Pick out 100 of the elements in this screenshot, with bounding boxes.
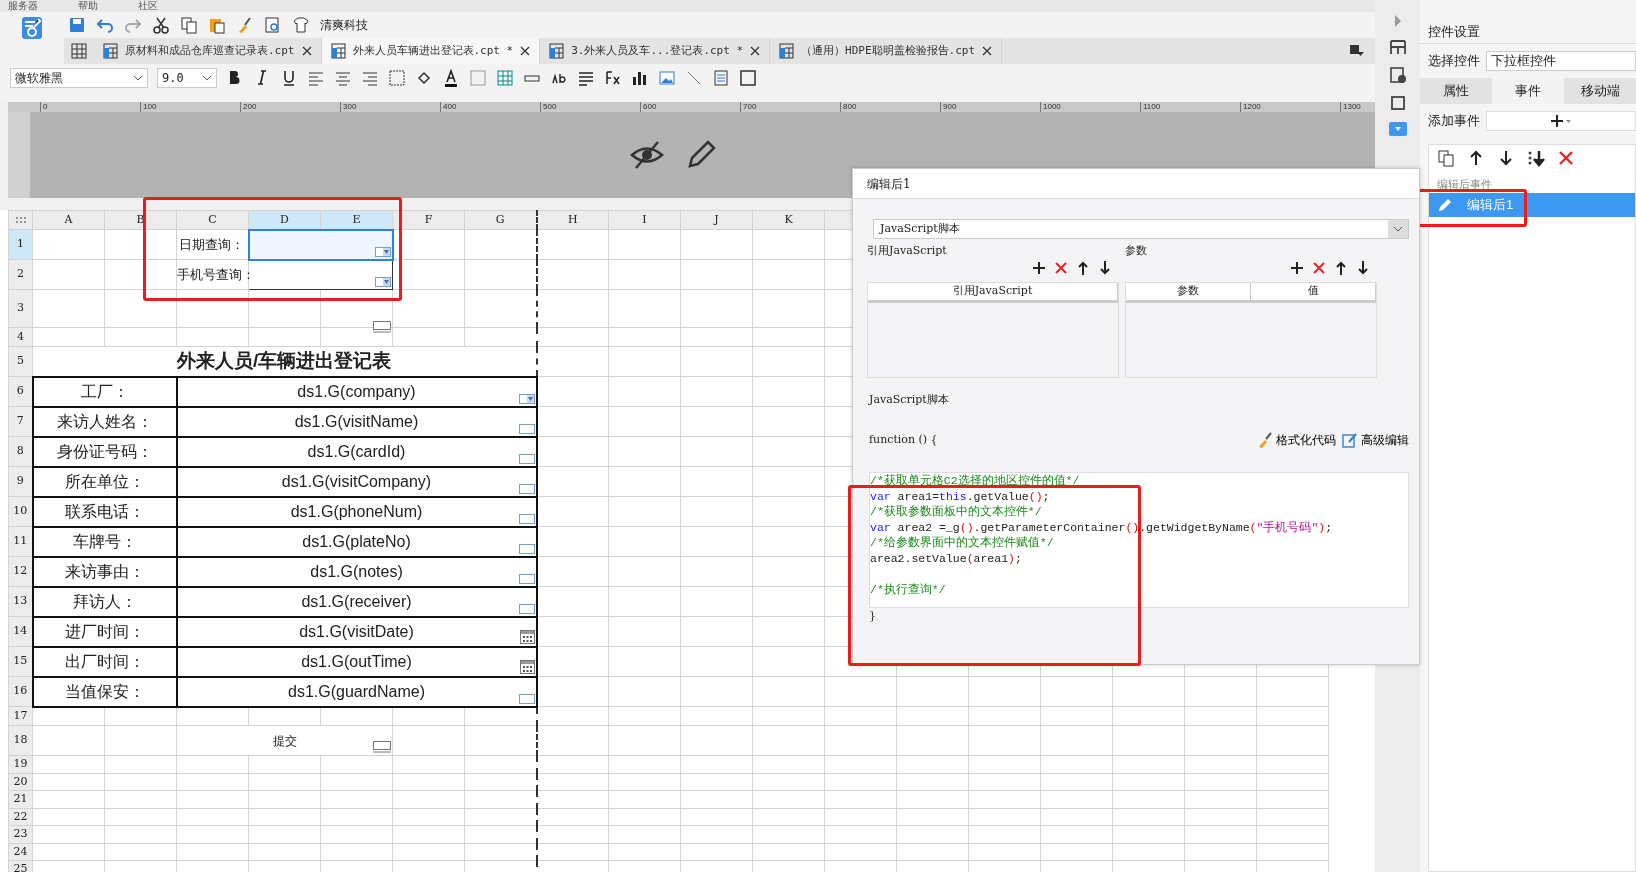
event-group-label: 编辑后事件 <box>1436 177 1493 192</box>
preview-icon[interactable] <box>264 16 282 34</box>
panel-tab[interactable]: 属性 <box>1420 78 1492 104</box>
field-formula: ds1.G(guardName) <box>288 682 425 700</box>
add-icon[interactable] <box>1289 259 1305 276</box>
column-header[interactable]: A <box>32 210 105 230</box>
column-header[interactable]: G <box>464 210 537 230</box>
table-icon[interactable] <box>496 69 514 87</box>
column-header[interactable]: C <box>176 210 249 230</box>
merge-cell-icon[interactable] <box>469 69 487 87</box>
row-number[interactable]: 8 <box>8 436 33 467</box>
sub-report-icon[interactable] <box>712 69 730 87</box>
list-icon[interactable] <box>577 69 595 87</box>
table-header[interactable]: 参数 <box>1126 282 1251 300</box>
shirt-icon[interactable] <box>292 16 310 34</box>
row-number[interactable]: 12 <box>8 556 33 587</box>
row-number[interactable]: 7 <box>8 406 33 437</box>
copy-icon[interactable] <box>1437 149 1455 167</box>
chart-icon[interactable] <box>631 69 649 87</box>
row-number[interactable]: 10 <box>8 496 33 527</box>
align-center-icon[interactable] <box>334 69 352 87</box>
close-icon[interactable] <box>981 45 994 57</box>
close-icon[interactable] <box>300 45 313 57</box>
widget-select[interactable]: 下拉框控件 <box>1486 51 1636 71</box>
size-select[interactable]: 9.0 <box>157 68 217 88</box>
delete-icon[interactable] <box>1053 259 1069 276</box>
row-number[interactable]: 2 <box>8 259 33 290</box>
brush-icon[interactable] <box>236 16 254 34</box>
image-icon[interactable] <box>658 69 676 87</box>
align-left-icon[interactable] <box>307 69 325 87</box>
tab-list-icon[interactable] <box>1349 44 1365 58</box>
arrow-down-icon[interactable] <box>1097 259 1113 276</box>
frame-icon[interactable] <box>739 69 757 87</box>
arrow-down-icon[interactable] <box>1497 149 1515 167</box>
column-header[interactable]: E <box>320 210 393 230</box>
cut-icon[interactable] <box>152 16 170 34</box>
column-header[interactable]: K <box>752 210 825 230</box>
column-header[interactable]: D <box>248 210 321 230</box>
plus-icon <box>1550 114 1572 128</box>
field-label: 拜访人： <box>72 592 137 610</box>
paste-icon[interactable] <box>208 16 226 34</box>
row-number[interactable]: 15 <box>8 646 33 677</box>
query-field[interactable] <box>248 229 393 260</box>
pencil-icon[interactable] <box>685 140 716 170</box>
cell-info-icon[interactable] <box>1388 66 1407 84</box>
row-number[interactable]: 9 <box>8 466 33 497</box>
report-icon <box>102 42 119 60</box>
tab-label: 外来人员车辆进出登记表.cpt * <box>352 42 514 59</box>
row-number[interactable]: 11 <box>8 526 33 557</box>
slash-icon[interactable] <box>685 69 703 87</box>
column-header[interactable]: I <box>608 210 681 230</box>
save-icon[interactable] <box>68 16 86 34</box>
document-edit-icon[interactable] <box>21 16 43 40</box>
column-header[interactable]: J <box>680 210 753 230</box>
column-header[interactable]: F <box>392 210 465 230</box>
close-icon[interactable] <box>519 45 532 57</box>
code-line: /*给参数界面中的文本控件赋值*/ <box>870 535 1055 551</box>
menu-item[interactable]: 社区 <box>138 0 158 12</box>
row-number[interactable]: 3 <box>8 289 33 328</box>
advanced-edit-button[interactable]: 高级编辑 <box>1342 431 1409 449</box>
script-type-select[interactable]: JavaScript脚本 <box>873 219 1409 239</box>
text-widget-icon <box>518 453 535 464</box>
select-all-icon[interactable] <box>14 215 27 224</box>
column-header[interactable]: H <box>536 210 609 230</box>
dropdown-widget-icon <box>518 393 535 404</box>
row-number[interactable]: 18 <box>8 725 33 756</box>
font-color-icon[interactable] <box>442 69 460 87</box>
brand-label[interactable]: 清爽科技 <box>320 16 368 34</box>
format-code-button[interactable]: 格式化代码 <box>1257 431 1336 449</box>
eye-slash-icon[interactable] <box>629 140 664 170</box>
grid-icon[interactable] <box>70 42 88 60</box>
delete-icon[interactable] <box>1557 149 1575 167</box>
undo-icon[interactable] <box>96 16 114 34</box>
layout-icon[interactable] <box>1388 38 1407 56</box>
font-select[interactable]: 微软雅黑 <box>10 68 148 88</box>
copy-icon[interactable] <box>180 16 198 34</box>
code-editor[interactable]: /*获取单元格C2选择的地区控件的值*/ var area1=this.getValue(); /*获取参数面板中的文本控件*/ var area2 =_g().getParameterContainer().getWidgetByName("手机号码"); /*给参数界面中的文本控件赋值*/ area2.setValue(area1); /*执行查询*/ <box>869 472 1409 608</box>
frame-icon[interactable] <box>1388 94 1407 112</box>
menu-item[interactable]: 帮助 <box>78 0 98 12</box>
align-right-icon[interactable] <box>361 69 379 87</box>
file-tab[interactable]: 外来人员车辆进出登记表.cpt * <box>321 38 541 64</box>
row-number[interactable]: 16 <box>8 676 33 707</box>
query-field[interactable] <box>248 259 393 290</box>
panel-tab[interactable]: 移动端 <box>1564 78 1636 104</box>
table-header[interactable]: 值 <box>1251 282 1376 300</box>
formula-icon[interactable] <box>604 69 622 87</box>
delete-icon[interactable] <box>1311 259 1327 276</box>
row-number[interactable]: 6 <box>8 376 33 407</box>
menu-item[interactable]: 服务器 <box>8 0 38 12</box>
row-number[interactable]: 5 <box>8 346 33 377</box>
row-number[interactable]: 14 <box>8 616 33 647</box>
border-icon[interactable] <box>388 69 406 87</box>
panel-tab[interactable]: 事件 <box>1492 78 1564 104</box>
row-number[interactable]: 13 <box>8 586 33 617</box>
close-icon[interactable] <box>749 45 762 57</box>
arrow-down-icon[interactable] <box>1355 259 1371 276</box>
row-number[interactable]: 1 <box>8 229 33 260</box>
add-icon[interactable] <box>1031 259 1047 276</box>
move-bottom-icon[interactable] <box>1527 149 1545 167</box>
widget-settings-icon[interactable] <box>1388 122 1407 136</box>
